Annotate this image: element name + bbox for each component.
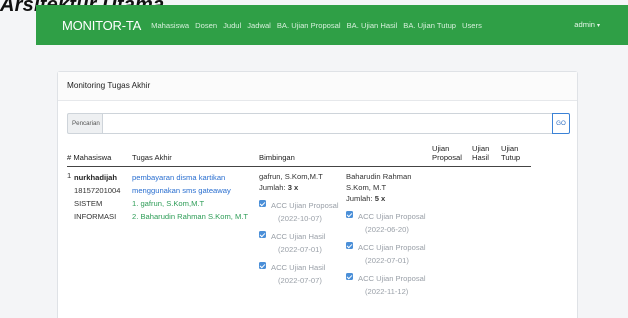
col-header-bimbingan: Bimbingan xyxy=(259,144,346,167)
check-icon xyxy=(259,262,266,269)
nav-link-mahasiswa[interactable]: Mahasiswa xyxy=(151,21,189,30)
acc-label: ACC Ujian Hasil xyxy=(271,232,326,241)
col-header-mahasiswa: # Mahasiswa xyxy=(67,144,132,167)
nav-link-ba-ujian-hasil[interactable]: BA. Ujian Hasil xyxy=(347,21,398,30)
row-number: 1 xyxy=(67,171,72,180)
bimbingan-count-value: 5 x xyxy=(374,194,386,203)
thesis-title-link[interactable]: pembayaran disma kartikan menggunakan sm… xyxy=(132,171,259,197)
bimbingan-dosen: gafrun, S.Kom,M.T xyxy=(259,172,323,181)
acc-date: (2022-07-01) xyxy=(278,245,322,254)
col-header-ujian-hasil: Ujian Hasil xyxy=(472,144,501,167)
acc-date: (2022-10-07) xyxy=(278,214,322,223)
student-prodi-line-1: SISTEM xyxy=(74,199,103,208)
acc-item: ACC Ujian Proposal (2022-06-20) xyxy=(346,210,432,236)
bimbingan-dosen: Baharudin Rahman S.Kom, M.T xyxy=(346,172,412,192)
card-title: Monitoring Tugas Akhir xyxy=(58,72,577,101)
search-group: Pencarian GO xyxy=(67,113,570,134)
user-menu[interactable]: admin ▾ xyxy=(574,20,600,29)
check-icon xyxy=(346,242,353,249)
acc-label: ACC Ujian Proposal xyxy=(358,274,426,283)
acc-item: ACC Ujian Proposal (2022-10-07) xyxy=(259,199,346,225)
col-header-tugas-akhir: Tugas Akhir xyxy=(132,144,259,167)
table-row: 1 nurkhadijah 18157201004 SISTEM INFORMA… xyxy=(67,167,531,299)
monitoring-table: # Mahasiswa Tugas Akhir Bimbingan Ujian … xyxy=(67,144,531,298)
cell-tugas-akhir: pembayaran disma kartikan menggunakan sm… xyxy=(132,167,259,299)
acc-label: ACC Ujian Proposal xyxy=(358,243,426,252)
nav-link-ba-ujian-tutup[interactable]: BA. Ujian Tutup xyxy=(403,21,456,30)
bimbingan-count: Jumlah: 5 x xyxy=(346,193,432,205)
col-header-bimbingan-2 xyxy=(346,144,432,167)
check-icon xyxy=(259,200,266,207)
cell-ujian-proposal xyxy=(432,167,472,299)
search-label: Pencarian xyxy=(67,113,102,134)
top-navbar: MONITOR-TA Mahasiswa Dosen Judul Jadwal … xyxy=(36,5,628,45)
bimbingan-count-value: 3 x xyxy=(287,183,299,192)
nav-link-judul[interactable]: Judul xyxy=(223,21,241,30)
student-name: nurkhadijah xyxy=(74,173,118,182)
acc-date: (2022-06-20) xyxy=(365,225,409,234)
check-icon xyxy=(259,231,266,238)
bimbingan-count-label: Jumlah: xyxy=(259,183,286,192)
student-nim: 18157201004 xyxy=(74,186,121,195)
acc-item: ACC Ujian Hasil (2022-07-01) xyxy=(259,230,346,256)
nav-link-users[interactable]: Users xyxy=(462,21,482,30)
col-header-ujian-tutup: Ujian Tutup xyxy=(501,144,531,167)
nav-link-jadwal[interactable]: Jadwal xyxy=(247,21,271,30)
acc-item: ACC Ujian Hasil (2022-07-07) xyxy=(259,261,346,287)
student-prodi-line-2: INFORMASI xyxy=(74,212,117,221)
nav-links: Mahasiswa Dosen Judul Jadwal BA. Ujian P… xyxy=(151,21,488,30)
supervisor-2: 2. Baharudin Rahman S.Kom, M.T xyxy=(132,212,249,221)
cell-bimbingan-1: gafrun, S.Kom,M.T Jumlah: 3 x ACC Ujian … xyxy=(259,167,346,299)
acc-label: ACC Ujian Hasil xyxy=(271,263,326,272)
cell-bimbingan-2: Baharudin Rahman S.Kom, M.T Jumlah: 5 x … xyxy=(346,167,432,299)
go-button[interactable]: GO xyxy=(552,113,570,134)
nav-link-dosen[interactable]: Dosen xyxy=(195,21,217,30)
acc-date: (2022-07-01) xyxy=(365,256,409,265)
nav-link-ba-ujian-proposal[interactable]: BA. Ujian Proposal xyxy=(277,21,341,30)
acc-label: ACC Ujian Proposal xyxy=(358,212,426,221)
acc-label: ACC Ujian Proposal xyxy=(271,201,339,210)
user-name: admin xyxy=(574,20,595,29)
cell-ujian-tutup xyxy=(501,167,531,299)
search-input[interactable] xyxy=(102,113,552,134)
acc-date: (2022-11-12) xyxy=(365,287,409,296)
check-icon xyxy=(346,211,353,218)
cell-mahasiswa: 1 nurkhadijah 18157201004 SISTEM INFORMA… xyxy=(67,167,132,299)
col-header-ujian-proposal: Ujian Proposal xyxy=(432,144,472,167)
brand-logo[interactable]: MONITOR-TA xyxy=(62,18,141,33)
bimbingan-count-label: Jumlah: xyxy=(346,194,373,203)
caret-down-icon: ▾ xyxy=(596,23,600,29)
acc-date: (2022-07-07) xyxy=(278,276,322,285)
bimbingan-count: Jumlah: 3 x xyxy=(259,182,346,194)
acc-item: ACC Ujian Proposal (2022-07-01) xyxy=(346,241,432,267)
cell-ujian-hasil xyxy=(472,167,501,299)
acc-item: ACC Ujian Proposal (2022-11-12) xyxy=(346,272,432,298)
supervisor-1: 1. gafrun, S.Kom,M.T xyxy=(132,199,205,208)
check-icon xyxy=(346,273,353,280)
monitoring-card: Monitoring Tugas Akhir Pencarian GO # Ma… xyxy=(57,71,578,318)
